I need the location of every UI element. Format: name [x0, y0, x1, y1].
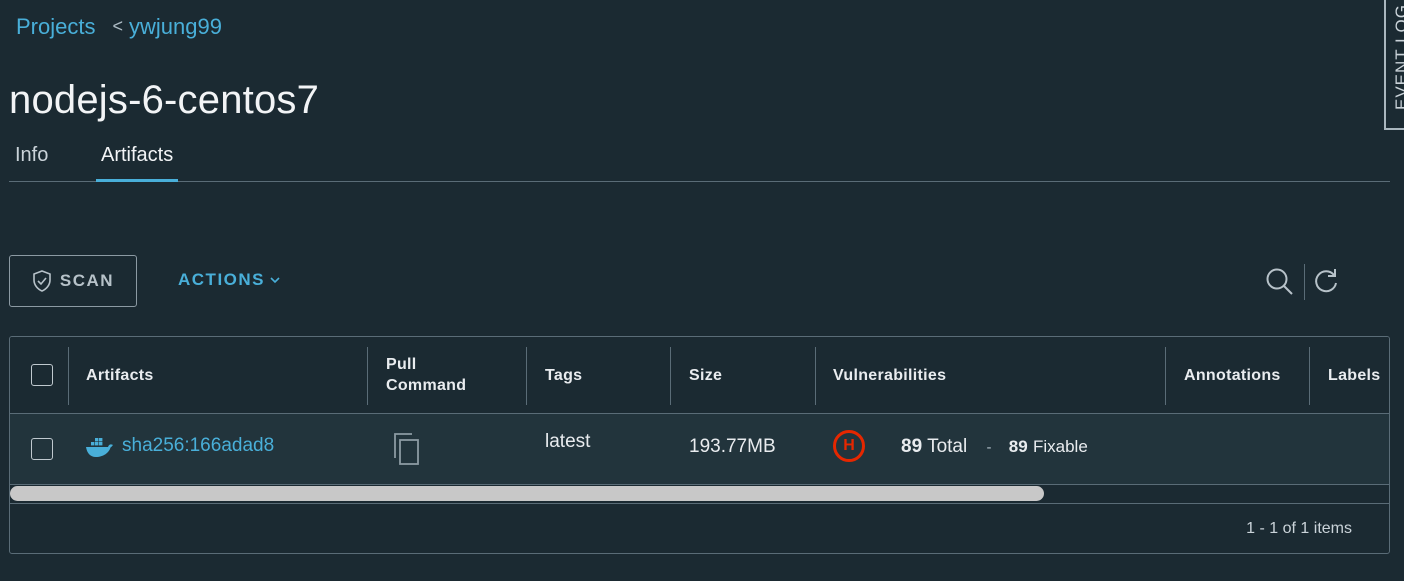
refresh-icon[interactable]: [1311, 266, 1341, 296]
column-header-size[interactable]: Size: [689, 337, 722, 413]
actions-dropdown[interactable]: ACTIONS: [178, 270, 281, 290]
vulnerability-fixable-count: 89: [1008, 437, 1028, 456]
chevron-down-icon: [270, 277, 280, 284]
breadcrumb-projects-link[interactable]: Projects: [16, 14, 95, 39]
tab-artifacts[interactable]: Artifacts: [96, 144, 179, 182]
docker-icon: [86, 438, 113, 457]
artifacts-datagrid: Artifacts Pull Command Tags Size Vulnera…: [9, 336, 1390, 554]
column-header-vulnerabilities[interactable]: Vulnerabilities: [833, 337, 946, 413]
vulnerability-separator: -: [986, 439, 992, 456]
breadcrumb: Projects < ywjung99: [16, 14, 222, 40]
horizontal-scrollbar[interactable]: [10, 485, 1389, 504]
column-separator: [1309, 347, 1310, 405]
artifact-digest-link[interactable]: sha256:166adad8: [122, 435, 274, 457]
shield-check-icon: [33, 270, 51, 292]
severity-high-badge[interactable]: H: [833, 430, 865, 462]
column-separator: [670, 347, 671, 405]
breadcrumb-project-link[interactable]: ywjung99: [129, 14, 222, 39]
actions-label: ACTIONS: [178, 270, 265, 289]
artifact-size: 193.77MB: [689, 436, 776, 457]
column-header-tags[interactable]: Tags: [545, 337, 582, 413]
tab-bar: Info Artifacts: [9, 138, 1390, 182]
column-header-pull-command[interactable]: Pull Command: [386, 337, 466, 413]
search-icon[interactable]: [1264, 266, 1294, 296]
column-separator: [367, 347, 368, 405]
column-header-artifacts[interactable]: Artifacts: [86, 337, 154, 413]
event-log-label: EVENT LOG: [1392, 4, 1404, 110]
table-row[interactable]: sha256:166adad8 latest 193.77MB H 89 Tot…: [10, 414, 1389, 485]
pagination-summary: 1 - 1 of 1 items: [1246, 520, 1352, 537]
column-separator: [526, 347, 527, 405]
pull-command-header-line1: Pull: [386, 356, 417, 373]
column-header-annotations[interactable]: Annotations: [1184, 337, 1281, 413]
breadcrumb-separator: <: [112, 16, 123, 36]
toolbar-divider: [1304, 264, 1305, 300]
column-separator: [815, 347, 816, 405]
page-title: nodejs-6-centos7: [9, 78, 320, 122]
column-header-labels[interactable]: Labels: [1328, 337, 1381, 413]
tab-info[interactable]: Info: [15, 144, 48, 179]
event-log-tab[interactable]: EVENT LOG: [1384, 0, 1404, 130]
datagrid-header: Artifacts Pull Command Tags Size Vulnera…: [10, 337, 1389, 414]
vulnerability-fixable-label: Fixable: [1032, 437, 1088, 456]
vulnerability-summary[interactable]: 89 Total - 89 Fixable: [901, 436, 1088, 458]
column-separator: [68, 347, 69, 405]
scrollbar-thumb[interactable]: [10, 486, 1044, 501]
vulnerability-total-count: 89: [901, 436, 923, 457]
copy-icon[interactable]: [392, 432, 422, 466]
select-all-checkbox[interactable]: [31, 364, 53, 386]
pull-command-header-line2: Command: [386, 377, 467, 394]
scan-button-label: SCAN: [59, 271, 115, 290]
column-separator: [1165, 347, 1166, 405]
artifact-tag[interactable]: latest: [545, 431, 590, 453]
row-select-checkbox[interactable]: [31, 438, 53, 460]
scan-button[interactable]: SCAN: [9, 255, 137, 307]
vulnerability-total-label: Total: [927, 436, 968, 457]
